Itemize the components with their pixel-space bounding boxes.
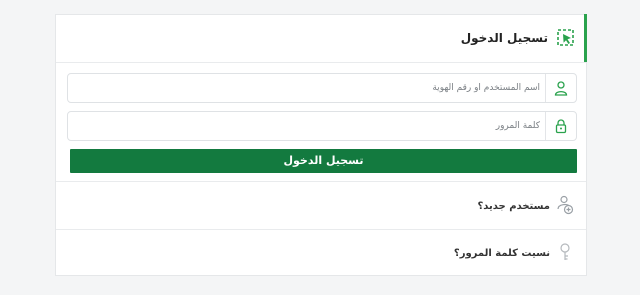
add-user-icon	[557, 195, 574, 215]
login-button[interactable]: تسجيل الدخول	[70, 149, 577, 173]
username-input[interactable]	[68, 74, 546, 102]
new-user-link[interactable]: مستخدم جديد؟	[477, 201, 550, 212]
username-field	[67, 73, 577, 103]
forgot-password-row[interactable]: نسيت كلمة المرور؟	[56, 229, 586, 277]
cursor-click-icon	[557, 29, 574, 46]
login-header: تسجيل الدخول	[56, 15, 586, 63]
password-input[interactable]	[68, 112, 546, 140]
new-user-row[interactable]: مستخدم جديد؟	[56, 181, 586, 229]
field-divider	[545, 112, 546, 140]
forgot-password-link[interactable]: نسيت كلمة المرور؟	[454, 248, 550, 259]
page-title: تسجيل الدخول	[460, 31, 548, 45]
login-panel: تسجيل الدخول تسجيل الدخول مستخدم جديد؟	[55, 14, 587, 276]
field-divider	[545, 74, 546, 102]
lock-icon	[555, 119, 567, 134]
user-icon	[554, 81, 568, 96]
password-field	[67, 111, 577, 141]
key-icon	[560, 243, 570, 260]
header-accent-bar	[584, 14, 587, 62]
